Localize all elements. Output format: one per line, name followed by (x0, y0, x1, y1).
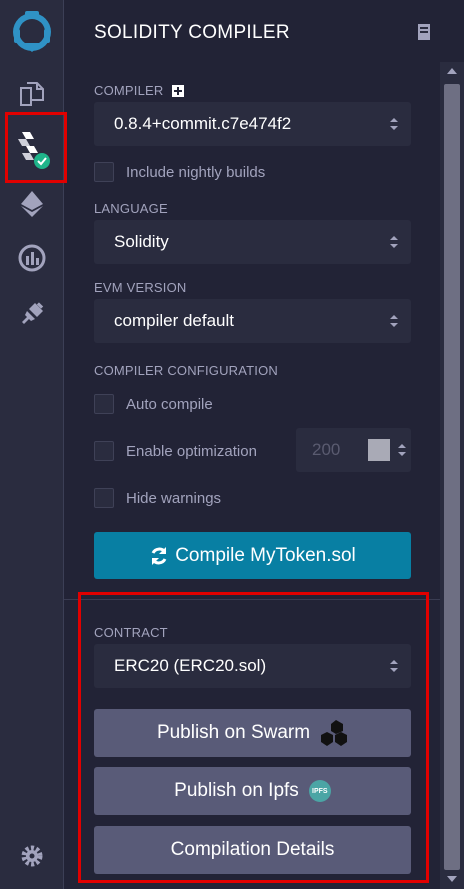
evm-version-value: compiler default (114, 311, 235, 330)
highlight-contract-section (78, 592, 429, 883)
runs-stepper-icon[interactable] (397, 442, 407, 458)
analysis-icon[interactable] (0, 236, 63, 280)
documentation-book-icon[interactable] (416, 23, 432, 46)
remix-logo-icon[interactable] (0, 6, 63, 58)
compiler-version-value: 0.8.4+commit.c7e474f2 (114, 114, 292, 133)
nightly-builds-row[interactable]: Include nightly builds (94, 162, 265, 182)
nightly-builds-label: Include nightly builds (126, 163, 266, 181)
hide-warnings-label: Hide warnings (126, 489, 222, 507)
compiler-version-select[interactable]: 0.8.4+commit.c7e474f2 (94, 102, 411, 146)
evm-version-label: EVM VERSION (94, 280, 187, 295)
scroll-up-arrow-icon[interactable] (447, 68, 457, 74)
auto-compile-row[interactable]: Auto compile (94, 394, 213, 414)
compile-button[interactable]: Compile MyToken.sol (94, 532, 411, 579)
language-value: Solidity (114, 232, 169, 251)
file-explorer-icon[interactable] (0, 72, 63, 116)
add-compiler-icon[interactable] (171, 84, 184, 97)
compile-button-label: Compile MyToken.sol (175, 544, 356, 566)
scroll-down-arrow-icon[interactable] (447, 876, 457, 882)
language-select[interactable]: Solidity (94, 220, 411, 264)
auto-compile-label: Auto compile (126, 395, 213, 413)
plugin-manager-icon[interactable] (0, 292, 63, 336)
compiler-configuration-label: COMPILER CONFIGURATION (94, 363, 279, 378)
select-arrows-icon (390, 118, 398, 130)
optimization-row[interactable]: Enable optimization (94, 441, 257, 461)
select-arrows-icon (390, 236, 398, 248)
refresh-icon (151, 546, 167, 565)
deploy-run-icon[interactable] (0, 182, 63, 226)
page-title: SOLIDITY COMPILER (94, 22, 290, 43)
nightly-builds-checkbox[interactable] (94, 162, 114, 182)
compiler-label: COMPILER (94, 83, 184, 98)
language-label: LANGUAGE (94, 201, 168, 216)
settings-gear-icon[interactable] (0, 836, 63, 876)
hide-warnings-checkbox[interactable] (94, 488, 114, 508)
compiler-label-text: COMPILER (94, 83, 164, 98)
optimization-runs-value: 200 (312, 440, 341, 459)
runs-stepper-box (368, 439, 390, 461)
optimization-checkbox[interactable] (94, 441, 114, 461)
optimization-runs-input[interactable]: 200 (296, 428, 411, 472)
optimization-label: Enable optimization (126, 442, 257, 460)
auto-compile-checkbox[interactable] (94, 394, 114, 414)
evm-version-select[interactable]: compiler default (94, 299, 411, 343)
hide-warnings-row[interactable]: Hide warnings (94, 488, 221, 508)
scrollbar-thumb[interactable] (444, 84, 460, 870)
select-arrows-icon (390, 315, 398, 327)
highlight-compiler-tab (5, 112, 67, 183)
scrollbar[interactable] (440, 62, 464, 889)
